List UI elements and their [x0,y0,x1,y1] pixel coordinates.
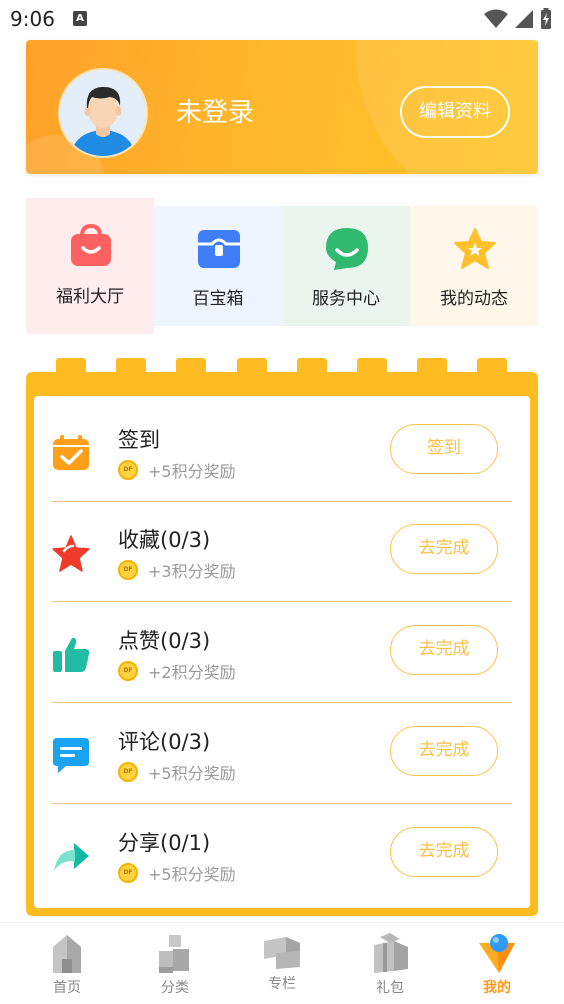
tile-label: 福利大厅 [56,287,124,307]
coin-icon: DF [118,863,138,883]
task-row-favorite: 收藏(0/3) DF +3积分奖励 去完成 [52,502,512,602]
username-label[interactable]: 未登录 [176,92,254,129]
status-icons [484,8,552,30]
star-icon [454,228,496,269]
avatar[interactable] [58,68,148,158]
reward-text: +5积分奖励 [148,462,236,481]
wifi-icon [484,9,508,28]
treasure-box-icon [198,230,240,268]
bottom-nav: 首页 分类 专栏 礼包 我的 [0,922,564,1004]
chat-smile-icon [326,228,368,270]
nav-item-column[interactable]: 专栏 [226,923,338,1004]
reward-text: +2积分奖励 [148,663,236,682]
task-title: 点赞(0/3) [118,629,211,653]
profile-header-card: 未登录 编辑资料 [26,40,538,174]
share-go-button[interactable]: 去完成 [390,827,498,877]
task-reward: DF +5积分奖励 [118,760,236,784]
category-blocks-icon [159,935,189,973]
coin-icon: DF [118,661,138,681]
nav-label: 礼包 [376,980,404,996]
coin-icon: DF [118,762,138,782]
task-reward: DF +5积分奖励 [118,458,236,482]
task-row-like: 点赞(0/3) DF +2积分奖励 去完成 [52,603,512,703]
task-title: 评论(0/3) [118,730,211,754]
calendar-check-icon [53,435,89,470]
tile-treasure-box[interactable]: 百宝箱 [154,206,282,326]
reward-text: +5积分奖励 [148,764,236,783]
task-row-comment: 评论(0/3) DF +5积分奖励 去完成 [52,704,512,804]
signal-icon [515,10,533,28]
tile-label: 服务中心 [312,289,380,309]
home-building-icon [53,935,81,973]
nav-item-category[interactable]: 分类 [119,923,231,1004]
tile-service-center[interactable]: 服务中心 [282,206,410,326]
status-bar: 9:06 A [0,0,564,38]
task-title: 签到 [118,428,160,452]
task-row-checkin: 签到 DF +5积分奖励 签到 [52,402,512,502]
tile-label: 百宝箱 [192,289,244,309]
reward-text: +3积分奖励 [148,562,236,581]
checkin-button[interactable]: 签到 [390,424,498,474]
nav-label: 分类 [161,980,189,996]
nav-label: 我的 [483,980,511,996]
reward-text: +5积分奖励 [148,865,236,884]
task-title: 收藏(0/3) [118,528,211,552]
accessibility-a-icon: A [73,11,87,26]
star-icon [52,535,90,572]
like-go-button[interactable]: 去完成 [390,625,498,675]
divider [52,803,512,804]
divider [52,702,512,703]
tile-my-activity[interactable]: 我的动态 [410,206,538,326]
quick-tiles: 福利大厅 百宝箱 服务中心 我的动态 [26,198,538,334]
favorite-go-button[interactable]: 去完成 [390,524,498,574]
task-reward: DF +3积分奖励 [118,558,236,582]
tile-label: 我的动态 [440,289,508,309]
tile-welfare-hall[interactable]: 福利大厅 [26,198,154,334]
status-time: 9:06 [10,7,55,31]
task-row-share: 分享(0/1) DF +5积分奖励 去完成 [52,805,512,905]
profile-funnel-icon [479,934,515,973]
task-title: 分享(0/1) [118,831,211,855]
nav-label: 专栏 [268,976,296,992]
nav-item-home[interactable]: 首页 [11,923,123,1004]
share-arrow-icon [54,843,89,871]
battery-charging-icon [541,8,551,29]
edit-profile-button[interactable]: 编辑资料 [400,86,510,138]
column-blocks-icon [264,937,300,969]
comment-go-button[interactable]: 去完成 [390,726,498,776]
nav-item-gift[interactable]: 礼包 [334,923,446,1004]
default-male-avatar-icon [60,70,146,156]
coin-icon: DF [118,460,138,480]
task-reward: DF +2积分奖励 [118,659,236,683]
nav-item-mine[interactable]: 我的 [441,923,553,1004]
task-reward: DF +5积分奖励 [118,861,236,885]
thumbs-up-icon [53,637,90,672]
gift-box-icon [374,933,408,973]
divider [52,601,512,602]
shopping-bag-icon [71,224,111,266]
nav-label: 首页 [53,980,81,996]
comment-icon [53,738,89,773]
coin-icon: DF [118,560,138,580]
